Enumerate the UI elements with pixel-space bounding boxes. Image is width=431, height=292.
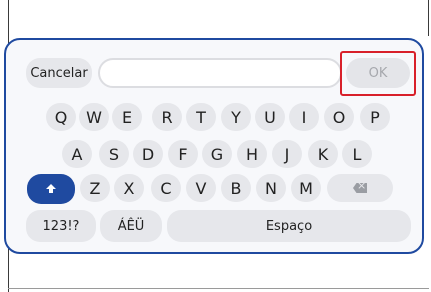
key-b[interactable]: B [221,174,251,202]
key-label: X [123,178,135,198]
key-label: J [284,144,290,164]
key-v[interactable]: V [186,174,216,202]
key-d[interactable]: D [133,140,163,168]
numeric-button-label: 123!? [42,218,80,234]
key-label: R [161,107,173,127]
key-label: G [210,144,224,164]
shift-button[interactable] [27,174,75,204]
key-k[interactable]: K [308,140,338,168]
key-label: W [86,107,102,127]
key-u[interactable]: U [255,103,285,131]
key-w[interactable]: W [79,103,109,131]
numeric-button[interactable]: 123!? [26,210,96,242]
key-label: E [121,107,133,127]
key-a[interactable]: A [62,140,92,168]
accents-button-label: ÁÊÜ [117,218,145,234]
key-j[interactable]: J [272,140,302,168]
key-label: D [141,144,155,164]
accents-button[interactable]: ÁÊÜ [100,210,162,242]
key-h[interactable]: H [237,140,267,168]
key-f[interactable]: F [168,140,198,168]
key-label: L [352,144,362,164]
key-c[interactable]: C [151,174,181,202]
key-label: I [301,107,307,127]
key-label: A [71,144,83,164]
key-x[interactable]: X [114,174,144,202]
frame-bottom-border [8,288,429,289]
key-label: S [108,144,120,164]
key-label: B [230,178,242,198]
frame-right-border [428,0,429,36]
key-n[interactable]: N [256,174,286,202]
key-label: T [196,107,206,127]
key-label: M [299,178,313,198]
ok-button-label: OK [368,65,388,81]
key-label: O [332,107,346,127]
key-label: U [264,107,276,127]
key-label: N [265,178,277,198]
key-label: P [370,107,380,127]
key-r[interactable]: R [152,103,182,131]
key-o[interactable]: O [324,103,354,131]
key-t[interactable]: T [186,103,216,131]
key-p[interactable]: P [360,103,390,131]
key-label: C [160,178,172,198]
key-label: V [195,178,207,198]
key-y[interactable]: Y [221,103,251,131]
key-q[interactable]: Q [46,103,76,131]
cancel-button[interactable]: Cancelar [26,58,92,88]
key-z[interactable]: Z [80,174,110,202]
key-m[interactable]: M [291,174,321,202]
shift-arrow-icon [46,184,56,193]
key-label: Q [54,107,68,127]
space-button-label: Espaço [265,218,313,234]
backspace-button[interactable] [327,174,393,202]
key-label: H [245,144,259,164]
key-e[interactable]: E [112,103,142,131]
text-input[interactable] [98,58,342,88]
key-label: F [178,144,188,164]
key-label: Y [231,107,241,127]
backspace-icon [353,183,367,193]
key-i[interactable]: I [289,103,319,131]
cancel-button-label: Cancelar [30,65,88,81]
key-g[interactable]: G [202,140,232,168]
space-button[interactable]: Espaço [167,210,411,242]
key-label: K [317,144,329,164]
key-l[interactable]: L [342,140,372,168]
ok-button[interactable]: OK [346,58,410,88]
key-s[interactable]: S [99,140,129,168]
key-label: Z [89,178,101,198]
